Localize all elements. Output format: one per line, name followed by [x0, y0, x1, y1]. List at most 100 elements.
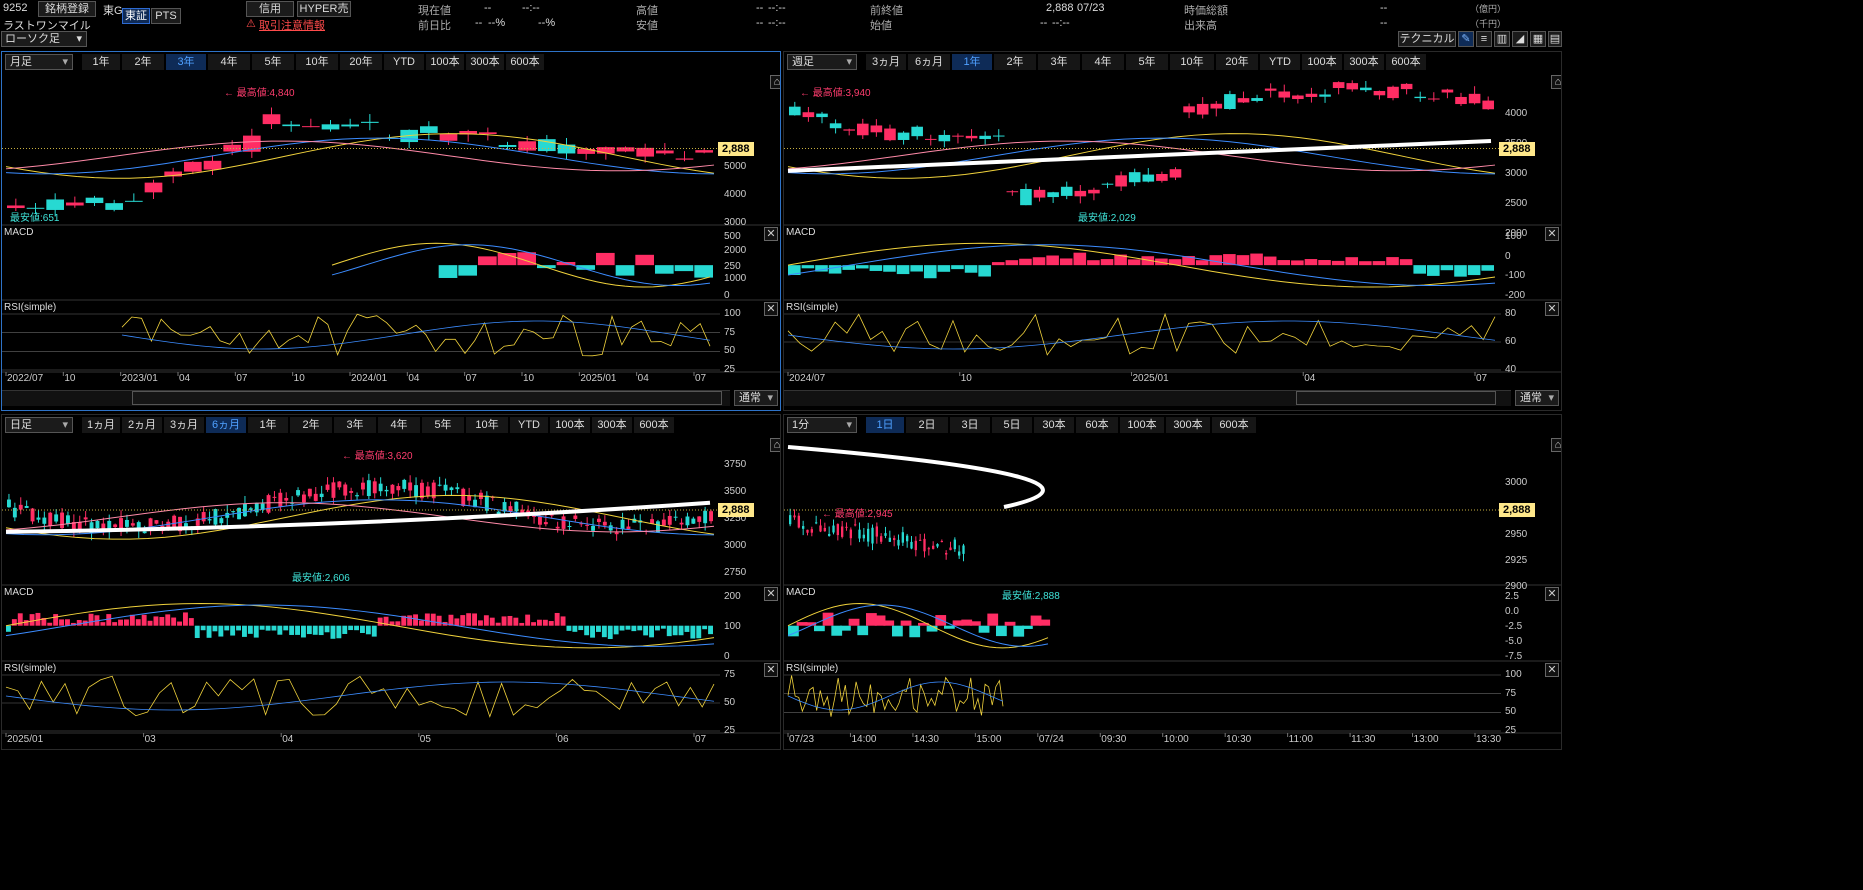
candle	[113, 524, 118, 528]
candle	[936, 544, 939, 547]
candle	[18, 504, 23, 510]
candle	[142, 531, 147, 534]
candle	[923, 538, 926, 552]
candle	[302, 126, 320, 128]
x-axis-label: 15:00	[976, 734, 1002, 745]
draw-pen-icon[interactable]: ✎	[1458, 31, 1474, 47]
x-axis-label: 07	[236, 373, 248, 384]
candle	[83, 517, 88, 520]
candle	[1332, 82, 1345, 89]
candle	[1115, 175, 1127, 187]
candle	[815, 522, 818, 524]
candle	[949, 547, 952, 551]
current-price-tag: 2,888	[718, 503, 754, 517]
rsi-axis-label: 75	[724, 326, 736, 338]
lock-icon[interactable]: ⌂	[770, 438, 780, 452]
tab-pts[interactable]: PTS	[151, 8, 181, 24]
candle	[854, 524, 857, 526]
close-icon[interactable]: ✕	[764, 587, 778, 601]
candle	[789, 515, 792, 525]
lock-icon[interactable]: ⌂	[1551, 75, 1561, 89]
candle	[296, 490, 300, 496]
chart-panel-2[interactable]: 週足3ヵ月6ヵ月1年2年3年4年5年10年20年YTD100本300本600本4…	[783, 51, 1562, 411]
candle	[319, 493, 324, 497]
close-icon[interactable]: ✕	[764, 302, 778, 316]
price-axis-label: 3500	[724, 486, 747, 497]
technical-button[interactable]: テクニカル	[1398, 31, 1456, 47]
high-price-label: ← 最高値:3,620	[342, 451, 413, 462]
chart-settings-icon[interactable]: ≡	[1476, 31, 1492, 47]
macd-axis-label: -100	[1505, 270, 1526, 282]
candle	[321, 124, 340, 130]
candle	[573, 515, 578, 519]
chart-type-select[interactable]: ローソク足 ▾	[1, 31, 87, 47]
candle	[7, 205, 25, 209]
tab-tosho[interactable]: 東証	[122, 8, 150, 24]
current-price-value: --	[484, 2, 492, 14]
prev-close-label: 前終値	[870, 5, 903, 17]
candle	[567, 525, 572, 527]
candle	[911, 126, 923, 137]
candle	[231, 511, 236, 513]
trading-caution-link[interactable]: 取引注意情報	[259, 17, 325, 33]
hyper-sell-button[interactable]: HYPER売	[297, 1, 351, 17]
x-axis-label: 13:00	[1413, 734, 1439, 745]
candle	[284, 497, 289, 501]
close-icon[interactable]: ✕	[764, 227, 778, 241]
rsi-axis-label: 75	[724, 669, 736, 680]
lock-icon[interactable]: ⌂	[1551, 438, 1561, 452]
close-icon[interactable]: ✕	[764, 663, 778, 677]
candle	[1428, 98, 1440, 100]
rsi-axis-label: 25	[1505, 725, 1517, 736]
high-price-label: ← 最高値:3,940	[800, 88, 871, 99]
x-axis-label: 2025/01	[580, 373, 617, 384]
chart-canvas	[784, 445, 1561, 737]
candle	[498, 145, 517, 147]
scroll-handle[interactable]	[132, 391, 722, 405]
close-icon[interactable]: ✕	[1545, 663, 1559, 677]
prev-close-date: 07/23	[1077, 2, 1105, 14]
candle	[60, 512, 64, 529]
candle	[858, 529, 861, 539]
candle	[802, 112, 815, 118]
lock-icon[interactable]: ⌂	[770, 75, 780, 89]
x-axis-label: 04	[637, 373, 649, 384]
candle	[897, 539, 900, 546]
candle	[184, 161, 202, 172]
candle	[1414, 96, 1427, 99]
candle	[331, 482, 336, 498]
close-icon[interactable]: ✕	[1545, 227, 1559, 241]
macd-axis-label: 100	[1505, 231, 1522, 242]
candle	[95, 520, 100, 529]
candle	[1373, 90, 1386, 96]
candle	[343, 484, 348, 496]
close-icon[interactable]: ✕	[1545, 302, 1559, 316]
candle	[697, 516, 702, 522]
area-chart-icon[interactable]: ◢	[1512, 31, 1528, 47]
scroll-handle[interactable]	[1296, 391, 1496, 405]
bar-chart-icon[interactable]: ▥	[1494, 31, 1510, 47]
display-mode-select[interactable]: 通常	[734, 390, 778, 406]
chart-panel-3[interactable]: 日足1ヵ月2ヵ月3ヵ月6ヵ月1年2年3年4年5年10年YTD100本300本60…	[1, 414, 781, 750]
grid-layout-icon[interactable]: ▦	[1530, 31, 1546, 47]
prev-close-value: 2,888	[1046, 2, 1074, 14]
candle	[870, 125, 883, 133]
chart-panel-4[interactable]: 1分1日2日3日5日30本60本100本300本600本300029752950…	[783, 414, 1562, 750]
rsi-axis-label: 75	[1505, 687, 1517, 699]
chart-canvas	[784, 80, 1561, 376]
close-icon[interactable]: ✕	[1545, 587, 1559, 601]
candle	[1047, 192, 1059, 198]
rsi-axis-label: 25	[724, 364, 736, 375]
credit-button[interactable]: 信用	[246, 1, 294, 17]
candle	[307, 488, 312, 497]
chart-panel-1[interactable]: 月足1年2年3年4年5年10年20年YTD100本300本600本5000400…	[1, 51, 781, 411]
layout-icon[interactable]: ▤	[1548, 31, 1562, 47]
display-mode-select[interactable]: 通常	[1515, 390, 1559, 406]
candle	[455, 487, 460, 490]
current-price-label: 現在値	[418, 5, 451, 17]
x-axis-label: 10:30	[1226, 734, 1252, 745]
register-stock-button[interactable]: 銘柄登録	[38, 1, 96, 17]
candle	[12, 507, 17, 518]
candle	[325, 484, 330, 490]
x-axis-label: 09:30	[1101, 734, 1127, 745]
